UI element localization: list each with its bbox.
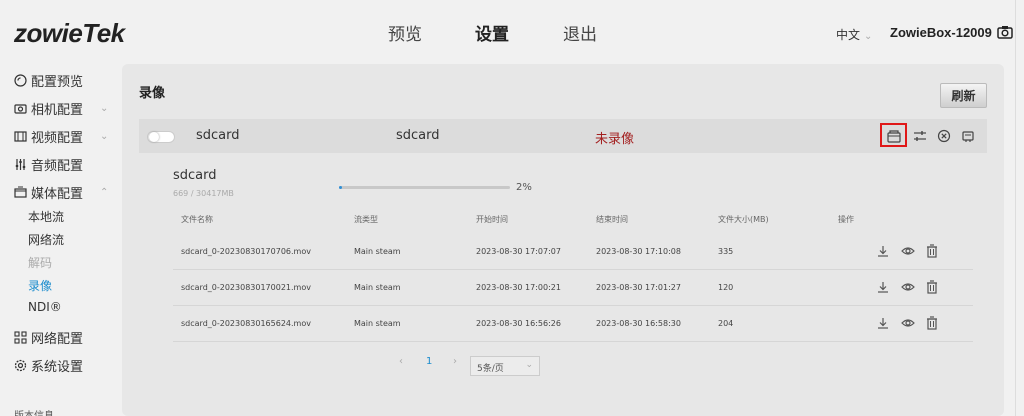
media-icon	[14, 186, 27, 198]
recording-status: 未录像	[595, 132, 635, 147]
page-title: 录像	[139, 86, 166, 101]
sidebar-sub-local-stream[interactable]: 本地流	[28, 208, 64, 225]
sidebar-item-audio-config[interactable]: 音频配置	[14, 155, 83, 174]
device-row-type: sdcard	[396, 128, 440, 143]
table-row: sdcard_0-20230830165624.mov Main steam 2…	[173, 306, 973, 342]
sidebar-item-label: 系统设置	[31, 360, 84, 375]
network-icon	[14, 331, 27, 344]
nav-preview[interactable]: 预览	[388, 20, 422, 45]
camera-snapshot-icon[interactable]	[997, 24, 1013, 40]
sidebar-item-label: 视频配置	[31, 131, 84, 146]
recording-panel: 录像 刷新 sdcard sdcard 未录像 sdcard 669 / 304…	[122, 64, 1004, 416]
stream-type: Main steam	[354, 283, 401, 292]
device-name: ZowieBox-12009	[890, 25, 992, 40]
language-select[interactable]: 中文 ⌄	[836, 26, 872, 43]
sidebar-sub-ndi[interactable]: NDI®	[28, 300, 62, 314]
sidebar-sub-recording[interactable]: 录像	[28, 277, 52, 294]
column-header-file-size: 文件大小(MB)	[718, 215, 769, 224]
device-row-name: sdcard	[196, 128, 240, 143]
column-header-stream-type: 流类型	[354, 215, 378, 224]
page-scrollbar[interactable]	[1015, 0, 1024, 416]
chevron-down-icon: ⌄	[525, 360, 533, 370]
eye-icon[interactable]	[901, 316, 915, 330]
start-time: 2023-08-30 17:07:07	[476, 247, 561, 256]
sidebar-sub-network-stream[interactable]: 网络流	[28, 231, 64, 248]
eject-icon[interactable]	[960, 128, 976, 144]
stream-type: Main steam	[354, 319, 401, 328]
column-header-filename: 文件名称	[181, 215, 213, 224]
file-size: 120	[718, 283, 734, 292]
storage-capacity: 669 / 30417MB	[173, 189, 234, 198]
file-size: 335	[718, 247, 734, 256]
column-header-start-time: 开始时间	[476, 215, 508, 224]
audio-icon	[15, 159, 26, 170]
column-header-end-time: 结束时间	[596, 215, 628, 224]
brand-logo: zowieTek	[14, 18, 125, 48]
storage-name: sdcard	[173, 168, 217, 183]
file-name: sdcard_0-20230830165624.mov	[181, 319, 311, 328]
prev-page-button[interactable]: ‹	[399, 356, 403, 367]
sidebar-item-preview-config[interactable]: 配置预览	[14, 71, 83, 90]
sidebar-item-label: 网络配置	[31, 332, 84, 347]
nav-logout[interactable]: 退出	[563, 20, 597, 45]
next-page-button[interactable]: ›	[453, 356, 457, 367]
download-icon[interactable]	[876, 244, 890, 258]
storage-device-row: sdcard sdcard 未录像	[139, 119, 987, 153]
chevron-up-icon: ⌃	[100, 187, 109, 198]
close-circle-icon[interactable]	[936, 128, 952, 144]
file-name: sdcard_0-20230830170021.mov	[181, 283, 311, 292]
chevron-down-icon: ⌄	[100, 131, 109, 142]
stream-type: Main steam	[354, 247, 401, 256]
sidebar-sub-decode[interactable]: 解码	[28, 254, 52, 271]
table-row: sdcard_0-20230830170021.mov Main steam 2…	[173, 270, 973, 306]
sidebar-item-camera-config[interactable]: 相机配置 ⌄	[14, 99, 108, 118]
settings-icon	[14, 359, 27, 372]
eye-icon[interactable]	[901, 244, 915, 258]
refresh-button[interactable]: 刷新	[940, 83, 987, 108]
column-header-actions: 操作	[838, 215, 854, 224]
file-size: 204	[718, 319, 734, 328]
start-time: 2023-08-30 17:00:21	[476, 283, 561, 292]
end-time: 2023-08-30 17:01:27	[596, 283, 681, 292]
sliders-icon[interactable]	[912, 128, 928, 144]
sidebar-item-label: 相机配置	[31, 103, 84, 118]
sidebar-item-media-config[interactable]: 媒体配置 ⌃	[14, 183, 108, 202]
end-time: 2023-08-30 16:58:30	[596, 319, 681, 328]
record-toggle[interactable]	[147, 131, 175, 143]
trash-icon[interactable]	[925, 280, 939, 294]
storage-progress-fill	[339, 186, 343, 189]
nav-settings[interactable]: 设置	[475, 20, 509, 45]
sidebar-item-label: 音频配置	[31, 159, 84, 174]
language-label: 中文	[836, 28, 861, 42]
start-time: 2023-08-30 16:56:26	[476, 319, 561, 328]
page-size-select[interactable]: 5条/页 ⌄	[470, 356, 540, 376]
page-number-current[interactable]: 1	[426, 356, 432, 367]
highlight-box	[880, 123, 907, 147]
sidebar-item-label: 媒体配置	[31, 187, 84, 202]
sidebar-item-label: 配置预览	[31, 75, 84, 90]
video-icon	[14, 131, 27, 142]
eye-icon[interactable]	[901, 280, 915, 294]
top-header: zowieTek 预览 设置 退出 中文 ⌄ ZowieBox-12009	[0, 0, 1024, 64]
version-info[interactable]: 版本信息	[14, 407, 54, 416]
preview-icon	[14, 74, 27, 87]
sidebar-item-network-config[interactable]: 网络配置	[14, 328, 83, 347]
sidebar-item-video-config[interactable]: 视频配置 ⌄	[14, 127, 108, 146]
chevron-down-icon: ⌄	[864, 31, 873, 42]
trash-icon[interactable]	[925, 316, 939, 330]
storage-percent: 2%	[516, 182, 532, 193]
page-size-value: 5条/页	[477, 364, 504, 374]
chevron-down-icon: ⌄	[100, 103, 109, 114]
end-time: 2023-08-30 17:10:08	[596, 247, 681, 256]
storage-progress-bar	[339, 186, 510, 189]
table-row: sdcard_0-20230830170706.mov Main steam 2…	[173, 234, 973, 270]
download-icon[interactable]	[876, 280, 890, 294]
download-icon[interactable]	[876, 316, 890, 330]
file-name: sdcard_0-20230830170706.mov	[181, 247, 311, 256]
camera-icon	[14, 104, 27, 114]
sidebar-item-system-settings[interactable]: 系统设置	[14, 356, 83, 375]
trash-icon[interactable]	[925, 244, 939, 258]
sidebar: 配置预览 相机配置 ⌄ 视频配置 ⌄ 音频配置 媒体配置 ⌃ 本地流 网络流 解…	[0, 64, 120, 416]
